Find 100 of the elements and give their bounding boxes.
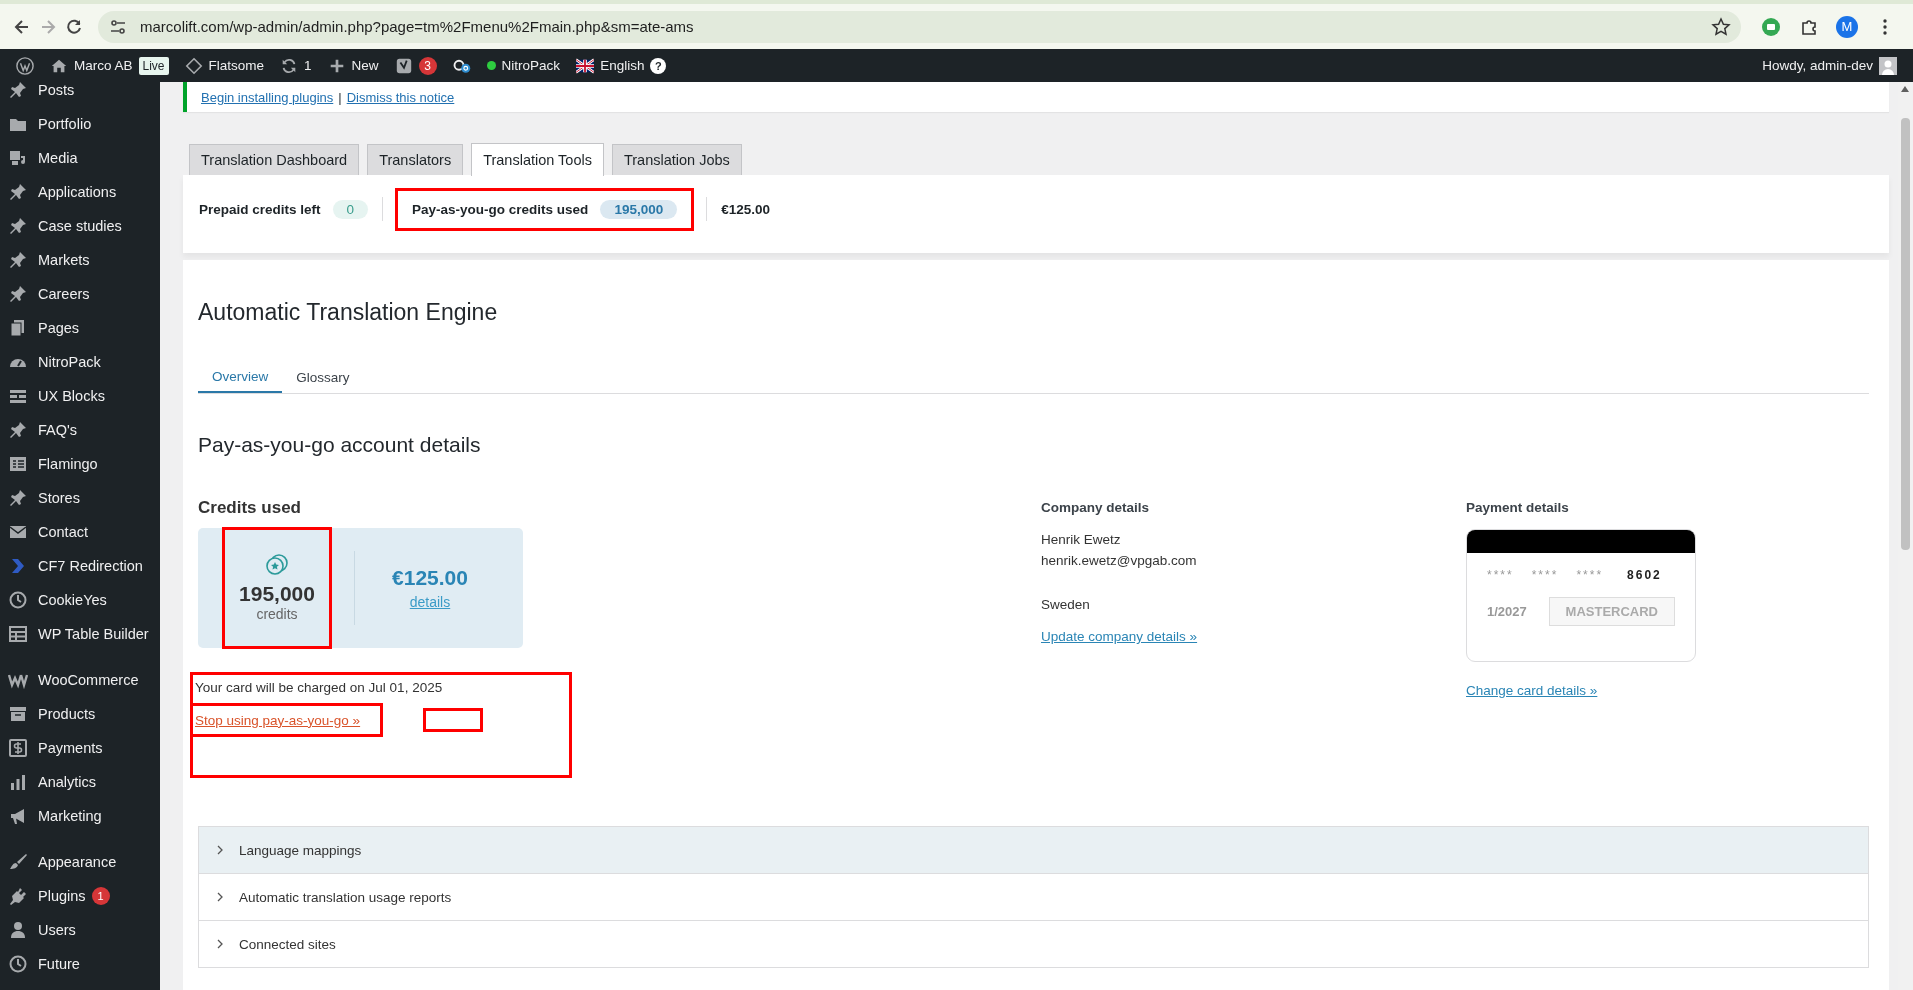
clock-icon xyxy=(8,590,28,610)
tab[interactable]: Translators xyxy=(367,144,464,175)
sidebar-item[interactable]: Case studies xyxy=(0,209,160,243)
sidebar-item[interactable]: Applications xyxy=(0,175,160,209)
sidebar-item[interactable]: CF7 Redirection xyxy=(0,549,160,583)
diamond-icon[interactable] xyxy=(184,56,203,75)
accordion-header[interactable]: Language mappings xyxy=(199,827,1868,873)
pushpin-icon xyxy=(8,284,28,304)
bookmark-star-icon[interactable] xyxy=(1711,16,1731,37)
masked-digits: **** xyxy=(1576,568,1604,582)
sidebar-item[interactable]: Flamingo xyxy=(0,447,160,481)
coins-icon xyxy=(265,554,289,576)
language-switcher[interactable]: English xyxy=(600,58,645,73)
sidebar-item[interactable]: WooCommerce xyxy=(0,663,160,697)
clock-icon xyxy=(8,954,28,974)
flag-icon[interactable] xyxy=(576,56,595,75)
label: Pay-as-you-go credits used xyxy=(412,201,589,217)
chevron-icon xyxy=(215,892,225,902)
url-text: marcolift.com/wp-admin/admin.php?page=tm%2Fmenu%2Fmain.php&sm=ate-ams xyxy=(140,18,695,35)
update-company-link[interactable]: Update company details » xyxy=(1041,626,1198,647)
sidebar-item[interactable]: Analytics xyxy=(0,765,160,799)
count-badge: 195,000 xyxy=(600,199,678,219)
sidebar-item[interactable]: Pages xyxy=(0,311,160,345)
masked-digits: **** xyxy=(1531,568,1559,582)
nitropack-link[interactable]: NitroPack xyxy=(501,58,561,73)
plug-icon xyxy=(8,886,28,906)
card-last-digits: 8602 xyxy=(1627,568,1662,582)
chevron-icon xyxy=(215,845,225,855)
stop-link[interactable]: Stop using pay-as-you-go » xyxy=(190,703,384,737)
dollar-icon xyxy=(8,738,28,758)
user-greeting[interactable]: Howdy, admin-dev xyxy=(1762,58,1873,73)
count-badge: 0 xyxy=(332,199,369,219)
sidebar-item[interactable]: Portfolio xyxy=(0,107,160,141)
tab[interactable]: Translation Dashboard xyxy=(189,144,360,175)
count-badge: 1 xyxy=(91,887,110,905)
address-bar[interactable]: marcolift.com/wp-admin/admin.php?page=tm%2Fmenu%2Fmain.php&sm=ate-ams xyxy=(98,10,1741,43)
pushpin-icon xyxy=(8,420,28,440)
company-email: henrik.ewetz@vpgab.com xyxy=(1041,552,1198,570)
section-title: Pay-as-you-go account details xyxy=(198,432,482,458)
sidebar-item[interactable]: Careers xyxy=(0,277,160,311)
sidebar-item[interactable]: WP Table Builder xyxy=(0,617,160,651)
theme-link[interactable]: Flatsome xyxy=(208,58,265,73)
live-badge: Live xyxy=(138,56,169,75)
amount: €125.00 xyxy=(721,201,770,217)
chevron-icon xyxy=(215,939,225,949)
company-country: Sweden xyxy=(1041,596,1091,614)
sidebar-item[interactable]: Appearance xyxy=(0,845,160,879)
sidebar-item[interactable]: Media xyxy=(0,141,160,175)
charge-notice: Your card will be charged on Jul 01, 2025 xyxy=(195,680,443,695)
card-brand: MASTERCARD xyxy=(1548,597,1675,626)
tab[interactable]: Translation Jobs xyxy=(611,144,742,175)
company-name: Henrik Ewetz xyxy=(1041,531,1122,549)
profile-avatar[interactable]: M xyxy=(1836,15,1858,38)
sidebar-item[interactable]: Payments xyxy=(0,731,160,765)
separator-text: | xyxy=(338,89,342,105)
sidebar-item[interactable]: Stores xyxy=(0,481,160,515)
pushpin-icon xyxy=(8,216,28,236)
link[interactable]: Begin installing plugins xyxy=(201,89,334,105)
sidebar-item[interactable]: Contact xyxy=(0,515,160,549)
sidebar-item[interactable]: UX Blocks xyxy=(0,379,160,413)
sidebar-item[interactable]: Marketing xyxy=(0,799,160,833)
wordpress-logo-icon[interactable] xyxy=(16,56,34,75)
link[interactable]: Dismiss this notice xyxy=(346,89,455,105)
sidebar-item[interactable]: Products xyxy=(0,697,160,731)
accordion-header[interactable]: Automatic translation usage reports xyxy=(199,873,1868,920)
unit-label: credits xyxy=(256,606,298,622)
sidebar-item[interactable]: CookieYes xyxy=(0,583,160,617)
bar-chart-icon xyxy=(8,772,28,792)
help-icon[interactable]: ? xyxy=(650,57,667,74)
credits-count: 195,000 xyxy=(239,582,315,606)
new-link[interactable]: New xyxy=(351,58,379,73)
scroll-up-arrow-icon[interactable] xyxy=(1901,86,1909,92)
table-icon xyxy=(8,624,28,644)
label: Prepaid credits left xyxy=(199,201,321,217)
sidebar-item[interactable]: Users xyxy=(0,913,160,947)
sidebar-item[interactable]: NitroPack xyxy=(0,345,160,379)
seo-plugin-icon[interactable] xyxy=(394,56,413,75)
media-icon xyxy=(8,148,28,168)
site-name-link[interactable]: Marco AB xyxy=(74,58,133,73)
pushpin-icon xyxy=(8,250,28,270)
sidebar-item[interactable]: Markets xyxy=(0,243,160,277)
tab[interactable]: Overview xyxy=(198,361,283,393)
tab[interactable]: Glossary xyxy=(282,361,364,393)
sidebar-item[interactable]: Plugins 1 xyxy=(0,879,160,913)
tab[interactable]: Translation Tools xyxy=(471,143,604,176)
card-expiry: 1/2027 xyxy=(1487,604,1527,619)
heading: Credits used xyxy=(198,498,302,518)
pushpin-icon xyxy=(8,82,28,100)
sidebar-item[interactable]: Future xyxy=(0,947,160,981)
change-card-link[interactable]: Change card details » xyxy=(1466,683,1598,698)
updates-count[interactable]: 1 xyxy=(304,58,312,73)
heading: Payment details xyxy=(1466,499,1570,517)
accordion-header[interactable]: Connected sites xyxy=(199,920,1868,967)
sidebar-item[interactable]: FAQ's xyxy=(0,413,160,447)
form-icon xyxy=(8,454,28,474)
scrollbar-thumb[interactable] xyxy=(1901,118,1910,550)
notification-badge[interactable]: 3 xyxy=(418,56,437,75)
avatar-icon[interactable] xyxy=(1879,56,1897,75)
masked-digits: **** xyxy=(1487,568,1514,582)
sidebar-item[interactable]: Posts xyxy=(0,82,160,107)
